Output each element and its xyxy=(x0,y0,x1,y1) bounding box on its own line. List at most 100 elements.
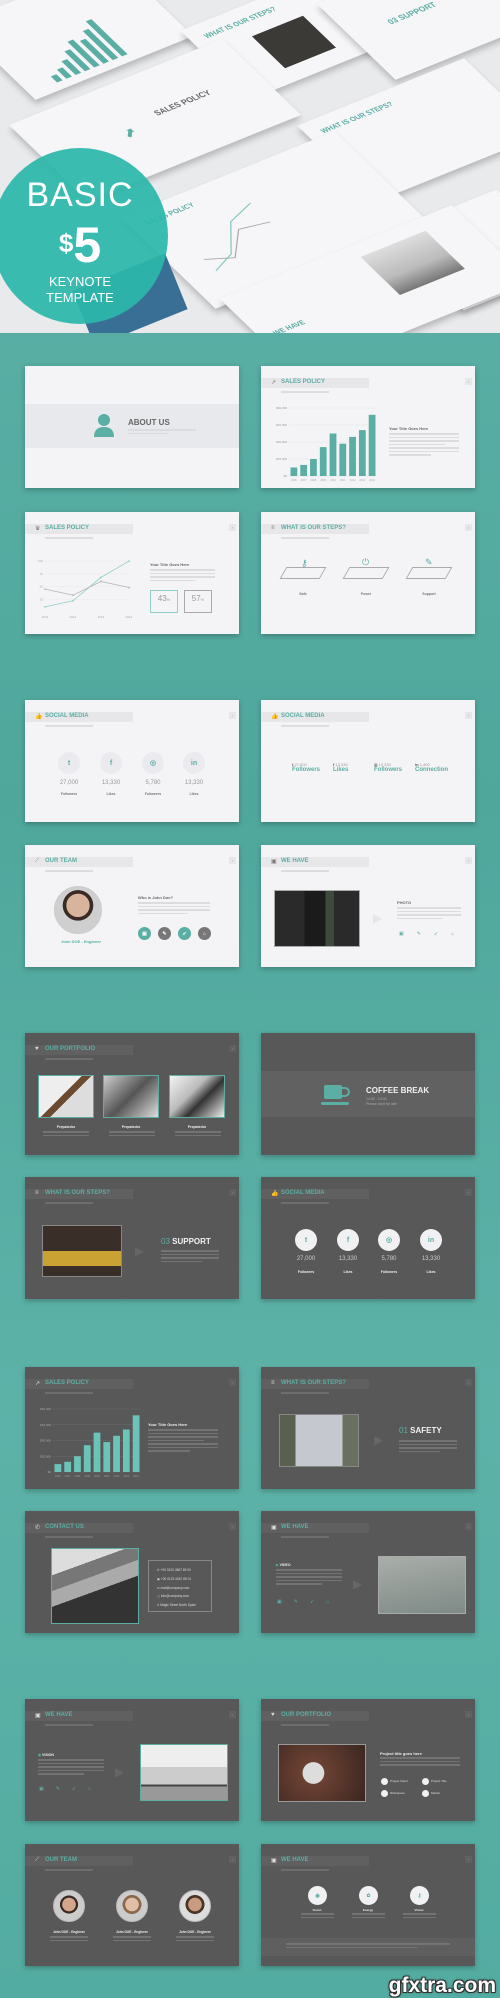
nav-arrow[interactable]: › xyxy=(229,857,236,864)
nav-arrow[interactable]: › xyxy=(229,1711,236,1718)
chart-icon: ⟋ xyxy=(35,1857,40,1863)
instagram-icon[interactable]: ◎ xyxy=(142,752,164,774)
x-tick-label: 2011 xyxy=(42,615,49,619)
slide-subtitle xyxy=(45,1724,93,1726)
step-label: Safe xyxy=(299,592,307,596)
nav-arrow[interactable]: › xyxy=(229,1523,236,1530)
nav-arrow[interactable]: › xyxy=(465,712,472,719)
nav-arrow[interactable]: › xyxy=(465,1523,472,1530)
bar xyxy=(74,1456,81,1472)
slide-steps-light[interactable]: ≡ WHAT IS OUR STEPS? › ⚷ Safe ⏻ Power ✎ S… xyxy=(261,512,475,634)
nav-arrow[interactable]: › xyxy=(465,1189,472,1196)
slide-steps-support-dark[interactable]: ≡ WHAT IS OUR STEPS? › ▶ 03 SUPPORT xyxy=(25,1177,239,1299)
slide-we-have-dark-1[interactable]: ▣ WE HAVE › ▶ VIDEO ▣✎➶⌂ ▶ xyxy=(261,1511,475,1633)
step-number: 01 xyxy=(399,1426,408,1435)
text-heading: ▶ VIDEO xyxy=(276,1563,291,1567)
stat-unit: % xyxy=(166,597,171,602)
slide-title: CONTACT US xyxy=(45,1524,84,1530)
team-member-name: John DOE - Engineer xyxy=(179,1930,211,1934)
nav-arrow[interactable]: › xyxy=(229,524,236,531)
facebook-icon[interactable]: f xyxy=(100,752,122,774)
play-arrow-icon: ▶ xyxy=(115,1765,125,1779)
slide-header: 👍 SOCIAL MEDIA xyxy=(25,712,133,722)
step-number: 03 xyxy=(161,1237,170,1246)
text-heading: Your Title Goes Here xyxy=(148,1422,188,1427)
slide-steps-safety-dark[interactable]: ≡ WHAT IS OUR STEPS? › ▶ 01 SAFETY xyxy=(261,1367,475,1489)
nav-arrow[interactable]: › xyxy=(229,1379,236,1386)
portfolio-label: Prepatedor xyxy=(56,1125,76,1129)
slide-sales-bar-dark[interactable]: ↗ SALES POLICY › $0 $15,000 $30,000 $45,000 $… xyxy=(25,1367,239,1489)
nav-arrow[interactable]: › xyxy=(229,712,236,719)
body-text xyxy=(389,433,459,458)
bar xyxy=(319,447,327,476)
slide-subtitle xyxy=(281,725,329,727)
nav-arrow[interactable]: › xyxy=(465,1856,472,1863)
bar xyxy=(329,433,337,476)
bar xyxy=(132,1415,140,1472)
bar xyxy=(93,1432,101,1472)
slide-coffee-break[interactable]: COFFEE BREAK 14:00 - 14:30 Please don't … xyxy=(261,1033,475,1155)
twitter-icon[interactable]: t xyxy=(58,752,80,774)
slide-subtitle xyxy=(281,1869,329,1871)
key-icon[interactable]: ⚷ xyxy=(410,1886,429,1905)
energy-icon[interactable]: ✿ xyxy=(359,1886,378,1905)
tag-icon[interactable]: ⌂ xyxy=(198,927,211,940)
step-word: SUPPORT xyxy=(172,1237,211,1246)
slide-team-dark[interactable]: ⟋ OUR TEAM › John DOE - Engineer John DOE… xyxy=(25,1844,239,1966)
nav-arrow[interactable]: › xyxy=(229,1856,236,1863)
slide-portfolio-dark[interactable]: ♥ OUR PORTFOLIO › Prepatedor Prepatedor P… xyxy=(25,1033,239,1155)
nav-arrow[interactable]: › xyxy=(465,1711,472,1718)
slide-subtitle xyxy=(281,870,329,872)
nav-arrow[interactable]: › xyxy=(465,857,472,864)
slide-contact-dark[interactable]: ✆ CONTACT US › ✆ +00 0123 4567 89 00 ▣ +0… xyxy=(25,1511,239,1633)
slide-social-list-light[interactable]: 👍 SOCIAL MEDIA › t 27,000 Followers f 13,3… xyxy=(261,700,475,822)
watermark: gfxtra.com xyxy=(388,1974,496,1997)
linkedin-icon[interactable]: in xyxy=(183,752,205,774)
slide-title: SALES POLICY xyxy=(45,1380,90,1386)
body-text xyxy=(276,1569,342,1587)
photo-phone xyxy=(278,1744,366,1802)
slide-sales-line[interactable]: ♛ SALES POLICY › 25 50 75 100 2011 2012 2013 201… xyxy=(25,512,239,634)
nav-arrow[interactable]: › xyxy=(465,1379,472,1386)
line-chart: 25 50 75 100 2011 2012 2013 2014 xyxy=(38,559,133,619)
slide-we-have-dark-3[interactable]: ▣ WE HAVE › ◉ ✿ ⚷ Vision Energy Vision xyxy=(261,1844,475,1966)
slide-subtitle xyxy=(281,1202,329,1204)
slide-we-have-light[interactable]: ▣ WE HAVE › ▶ PHOTO ▣✎➶⌂ xyxy=(261,845,475,967)
facebook-icon[interactable]: f xyxy=(337,1229,359,1251)
text-heading: Your Title Goes Here xyxy=(389,426,429,431)
wrench-icon: ✎ xyxy=(425,557,433,567)
nav-arrow[interactable]: › xyxy=(465,524,472,531)
list-icon: ≡ xyxy=(271,525,275,531)
twitter-icon[interactable]: t xyxy=(295,1229,317,1251)
nav-arrow[interactable]: › xyxy=(229,1189,236,1196)
contact-web[interactable]: ▢ info@company.com xyxy=(157,1592,196,1601)
pencil-icon[interactable]: ✎ xyxy=(158,927,171,940)
eye-icon[interactable]: ◉ xyxy=(308,1886,327,1905)
x-tick-label: 2006 xyxy=(291,478,297,482)
linkedin-icon[interactable]: in xyxy=(420,1229,442,1251)
feature-icons: ▣✎➶⌂ xyxy=(39,1786,104,1792)
nav-arrow[interactable]: › xyxy=(229,1045,236,1052)
briefcase-icon[interactable]: ▣ xyxy=(138,927,151,940)
slide-about-us[interactable]: ABOUT US xyxy=(25,366,239,488)
slide-we-have-dark-2[interactable]: ▣ WE HAVE › ◉ VISION ▣✎➶⌂ ▶ xyxy=(25,1699,239,1821)
contact-mail[interactable]: ✉ mail@company.com xyxy=(157,1584,196,1593)
slide-title: SOCIAL MEDIA xyxy=(281,1190,325,1196)
nav-arrow[interactable]: › xyxy=(465,378,472,385)
slide-portfolio-dark-2[interactable]: ♥ OUR PORTFOLIO › Project title goes here… xyxy=(261,1699,475,1821)
contact-address[interactable]: ⚲ Magic Street North Spain xyxy=(157,1601,196,1610)
slide-social-circles-light[interactable]: 👍 SOCIAL MEDIA › t f ◎ in 27,000 13,330 5… xyxy=(25,700,239,822)
slide-team-light[interactable]: ⟋ OUR TEAM › John DOE - Engineer Who is J… xyxy=(25,845,239,967)
bg-line-graphic xyxy=(203,202,271,272)
contact-fax[interactable]: ▣ +00 0123 4567 89 01 xyxy=(157,1575,196,1584)
badge-price-value: 5 xyxy=(73,217,102,273)
x-tick-label: 2013 xyxy=(98,615,105,619)
meta-label: Project Title xyxy=(431,1779,447,1783)
slide-social-dark[interactable]: 👍 SOCIAL MEDIA › t f ◎ in 27,000 13,330 5… xyxy=(261,1177,475,1299)
instagram-icon[interactable]: ◎ xyxy=(378,1229,400,1251)
market-icon xyxy=(422,1790,429,1797)
stat-value: 27,000 xyxy=(59,780,79,786)
rocket-icon[interactable]: ➶ xyxy=(178,927,191,940)
contact-phone[interactable]: ✆ +00 0123 4567 89 00 xyxy=(157,1566,196,1575)
slide-sales-bar-light[interactable]: ↗ SALES POLICY › $0 $15,000 $30,000 $45,000 $… xyxy=(261,366,475,488)
